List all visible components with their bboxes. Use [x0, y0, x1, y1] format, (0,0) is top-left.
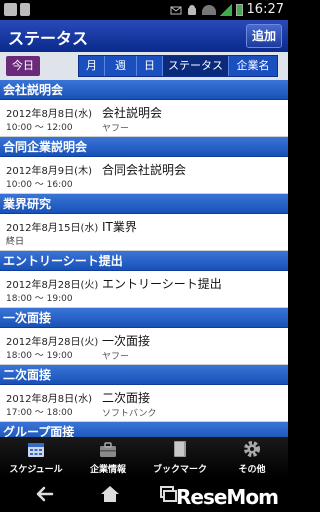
- item-name: 会社説明会: [102, 106, 163, 120]
- gear-icon: [244, 441, 260, 457]
- toolbar-other[interactable]: その他: [216, 437, 288, 477]
- item-name: 二次面接: [102, 391, 151, 405]
- item-company: ヤフー: [102, 352, 130, 362]
- section-briefing: 会社説明会 2012年8月8日(水) 10:00 ～ 12:00 会社説明会 ヤ…: [0, 80, 288, 137]
- item-name: エントリーシート提出: [102, 277, 222, 291]
- item-time: 終日: [6, 237, 25, 247]
- section-header: エントリーシート提出: [0, 251, 288, 271]
- section-header: 会社説明会: [0, 80, 288, 100]
- list-item[interactable]: 2012年8月28日(火) 18:00 ～ 19:00 エントリーシート提出: [0, 271, 288, 308]
- list-item[interactable]: 2012年8月8日(水) 10:00 ～ 12:00 会社説明会 ヤフー: [0, 100, 288, 137]
- view-tabs: 月 週 日 ステータス 企業名: [78, 55, 278, 77]
- calendar-icon: [28, 443, 44, 457]
- item-name: IT業界: [102, 220, 137, 234]
- tab-day[interactable]: 日: [137, 56, 163, 76]
- section-joint-briefing: 合同企業説明会 2012年8月9日(木) 10:00 ～ 16:00 合同会社説…: [0, 137, 288, 194]
- page-title: ステータス: [8, 29, 89, 48]
- toolbar-label: ブックマーク: [152, 465, 207, 475]
- wifi-icon: [201, 4, 216, 15]
- item-name: 一次面接: [102, 334, 151, 348]
- section-header: 業界研究: [0, 194, 288, 214]
- item-time: 18:00 ～ 19:00: [6, 351, 73, 361]
- status-list[interactable]: 会社説明会 2012年8月8日(水) 10:00 ～ 12:00 会社説明会 ヤ…: [0, 80, 288, 437]
- document-icon: [20, 3, 30, 16]
- item-company: ソフトバンク: [102, 409, 157, 419]
- bottom-toolbar: スケジュール 企業情報 ブックマーク その他: [0, 437, 288, 477]
- item-name: 合同会社説明会: [102, 163, 187, 177]
- tab-month[interactable]: 月: [79, 56, 105, 76]
- item-company: ヤフー: [102, 124, 130, 134]
- section-second-interview: 二次面接 2012年8月8日(水) 17:00 ～ 18:00 二次面接 ソフト…: [0, 365, 288, 422]
- add-button[interactable]: 追加: [246, 24, 282, 48]
- today-button[interactable]: 今日: [6, 56, 40, 76]
- item-time: 10:00 ～ 16:00: [6, 180, 73, 190]
- back-icon[interactable]: [32, 483, 56, 505]
- item-date: 2012年8月8日(水): [6, 394, 92, 405]
- image-icon: [4, 3, 17, 16]
- item-date: 2012年8月28日(火): [6, 337, 99, 348]
- item-date: 2012年8月9日(木): [6, 166, 92, 177]
- toolbar-label: 企業情報: [89, 465, 126, 475]
- list-item[interactable]: 2012年8月9日(木) 10:00 ～ 16:00 合同会社説明会: [0, 157, 288, 194]
- item-date: 2012年8月28日(火): [6, 280, 99, 291]
- section-header: グループ面接: [0, 422, 288, 437]
- status-bar: 16:27: [0, 0, 288, 20]
- app-header: ステータス 追加: [0, 20, 288, 52]
- tab-company[interactable]: 企業名: [229, 56, 277, 76]
- clock: 16:27: [246, 2, 284, 17]
- android-icon: [187, 4, 196, 15]
- item-date: 2012年8月8日(水): [6, 109, 92, 120]
- section-industry-research: 業界研究 2012年8月15日(水) 終日 IT業界: [0, 194, 288, 251]
- toolbar-company-info[interactable]: 企業情報: [72, 437, 144, 477]
- section-header: 一次面接: [0, 308, 288, 328]
- home-icon[interactable]: [98, 483, 122, 505]
- item-time: 17:00 ～ 18:00: [6, 408, 73, 418]
- section-header: 二次面接: [0, 365, 288, 385]
- section-entry-sheet: エントリーシート提出 2012年8月28日(火) 18:00 ～ 19:00 エ…: [0, 251, 288, 308]
- list-item[interactable]: 2012年8月28日(火) 18:00 ～ 19:00 一次面接 ヤフー: [0, 328, 288, 365]
- resemom-logo: ReseMom: [176, 485, 279, 509]
- toolbar-label: スケジュール: [9, 465, 63, 475]
- mail-icon: [170, 6, 182, 14]
- toolbar-schedule[interactable]: スケジュール: [0, 437, 72, 477]
- item-date: 2012年8月15日(水): [6, 223, 99, 234]
- toolbar-bookmark[interactable]: ブックマーク: [144, 437, 216, 477]
- briefcase-icon: [100, 442, 116, 457]
- tab-status[interactable]: ステータス: [163, 56, 229, 76]
- signal-icon: [219, 3, 232, 16]
- item-time: 10:00 ～ 12:00: [6, 123, 73, 133]
- list-item[interactable]: 2012年8月8日(水) 17:00 ～ 18:00 二次面接 ソフトバンク: [0, 385, 288, 422]
- battery-icon: [235, 3, 243, 16]
- filter-bar: 今日 月 週 日 ステータス 企業名: [0, 52, 288, 80]
- toolbar-label: その他: [238, 465, 266, 475]
- navigation-bar: ReseMom: [0, 477, 288, 512]
- section-first-interview: 一次面接 2012年8月28日(火) 18:00 ～ 19:00 一次面接 ヤフ…: [0, 308, 288, 365]
- tab-week[interactable]: 週: [105, 56, 137, 76]
- section-header: 合同企業説明会: [0, 137, 288, 157]
- list-item[interactable]: 2012年8月15日(水) 終日 IT業界: [0, 214, 288, 251]
- book-icon: [174, 441, 186, 457]
- section-group-interview: グループ面接: [0, 422, 288, 437]
- item-time: 18:00 ～ 19:00: [6, 294, 73, 304]
